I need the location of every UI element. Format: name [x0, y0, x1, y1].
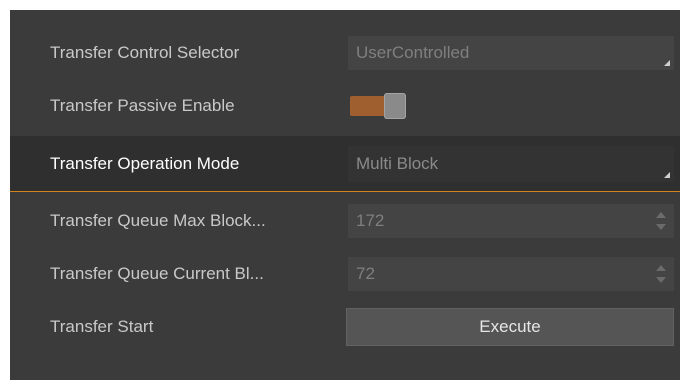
row-transfer-control-selector: Transfer Control Selector UserControlled	[10, 26, 680, 79]
spin-up-icon[interactable]	[656, 212, 666, 218]
transfer-passive-enable-toggle[interactable]	[350, 93, 410, 119]
transfer-control-selector-value: UserControlled	[356, 43, 470, 62]
transfer-operation-mode-value: Multi Block	[356, 154, 439, 173]
row-transfer-queue-current-block: Transfer Queue Current Bl... 72	[10, 247, 680, 300]
transfer-operation-mode-label: Transfer Operation Mode	[50, 153, 240, 173]
transfer-passive-enable-label: Transfer Passive Enable	[50, 95, 235, 115]
property-panel: Transfer Control Selector UserControlled…	[10, 10, 680, 380]
dropdown-corner-icon	[664, 60, 670, 66]
spin-buttons[interactable]	[656, 263, 666, 285]
execute-button[interactable]: Execute	[346, 308, 674, 346]
row-transfer-queue-max-block: Transfer Queue Max Block... 172	[10, 194, 680, 247]
row-transfer-start: Transfer Start Execute	[10, 300, 680, 353]
toggle-thumb[interactable]	[384, 93, 406, 119]
spin-up-icon[interactable]	[656, 265, 666, 271]
transfer-queue-current-block-input[interactable]: 72	[348, 257, 674, 291]
transfer-queue-current-block-label: Transfer Queue Current Bl...	[50, 263, 264, 283]
transfer-control-selector-label: Transfer Control Selector	[50, 42, 240, 62]
transfer-queue-max-block-value: 172	[356, 211, 385, 230]
transfer-start-label: Transfer Start	[50, 316, 154, 336]
row-transfer-operation-mode: Transfer Operation Mode Multi Block	[10, 136, 680, 192]
spin-buttons[interactable]	[656, 210, 666, 232]
transfer-operation-mode-dropdown[interactable]: Multi Block	[348, 146, 674, 182]
toggle-track	[350, 96, 386, 116]
transfer-queue-current-block-value: 72	[356, 264, 375, 283]
transfer-queue-max-block-label: Transfer Queue Max Block...	[50, 210, 266, 230]
row-transfer-passive-enable: Transfer Passive Enable	[10, 79, 680, 132]
transfer-control-selector-dropdown[interactable]: UserControlled	[348, 36, 674, 70]
dropdown-corner-icon	[664, 172, 670, 178]
spin-down-icon[interactable]	[656, 277, 666, 283]
transfer-queue-max-block-input[interactable]: 172	[348, 204, 674, 238]
spin-down-icon[interactable]	[656, 224, 666, 230]
